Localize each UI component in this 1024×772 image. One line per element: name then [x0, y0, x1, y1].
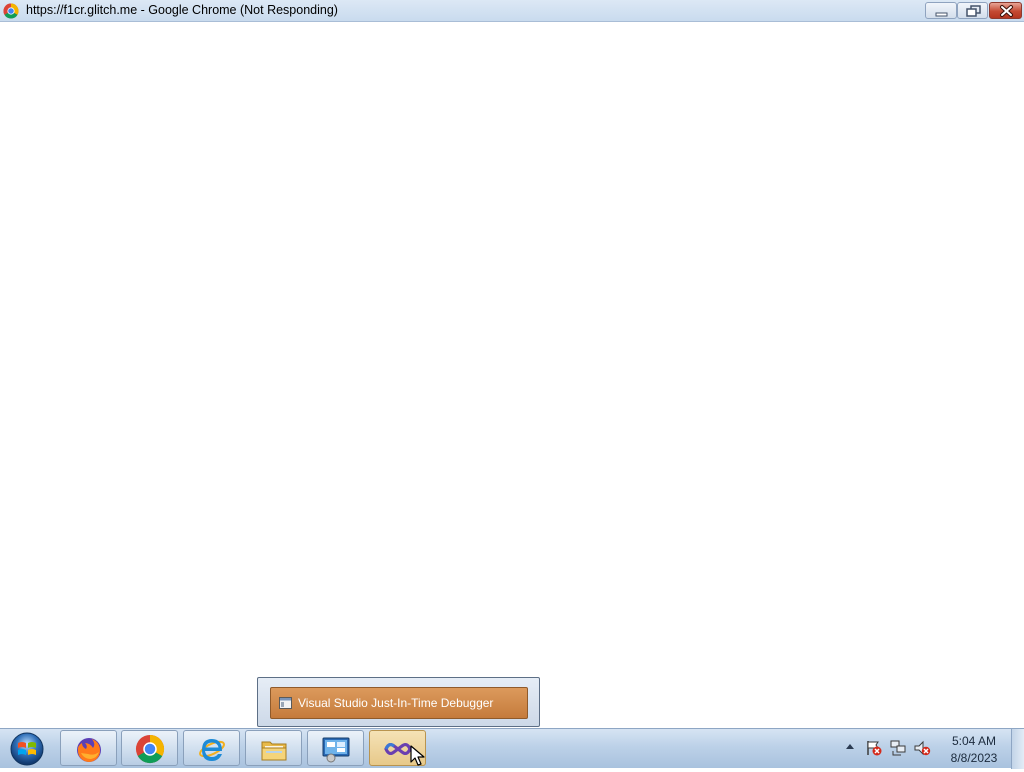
taskbar: 5:04 AM 8/8/2023	[0, 728, 1024, 769]
restore-icon	[966, 5, 981, 17]
clock-date[interactable]: 8/8/2023	[947, 751, 1001, 765]
show-hidden-icons-arrow[interactable]	[845, 742, 855, 750]
network-icon[interactable]	[889, 739, 907, 757]
show-desktop-button[interactable]	[1011, 729, 1024, 769]
taskbar-control-panel-button[interactable]	[307, 730, 364, 766]
minimize-button[interactable]	[925, 2, 957, 19]
speaker-muted-icon[interactable]	[913, 739, 931, 757]
taskbar-firefox-button[interactable]	[60, 730, 117, 766]
visual-studio-icon	[384, 742, 412, 756]
popup-window-label: Visual Studio Just-In-Time Debugger	[298, 696, 494, 710]
folder-icon	[261, 741, 287, 761]
taskbar-chrome-button[interactable]	[121, 730, 178, 766]
minimize-icon	[935, 12, 948, 17]
restore-button[interactable]	[957, 2, 988, 19]
title-bar[interactable]: https://f1cr.glitch.me - Google Chrome (…	[0, 0, 1024, 22]
close-button[interactable]	[989, 2, 1022, 19]
mouse-cursor-icon	[410, 745, 425, 766]
popup-window-item[interactable]: Visual Studio Just-In-Time Debugger	[270, 687, 528, 719]
window-title: https://f1cr.glitch.me - Google Chrome (…	[26, 3, 338, 17]
internet-explorer-icon	[199, 739, 225, 761]
firefox-icon	[77, 738, 101, 762]
chrome-icon	[3, 3, 19, 19]
control-panel-icon	[322, 737, 350, 763]
action-center-flag-icon[interactable]	[865, 739, 883, 757]
start-button[interactable]	[5, 730, 49, 767]
taskbar-thumbnail-popup: Visual Studio Just-In-Time Debugger	[257, 677, 540, 727]
close-icon	[1000, 5, 1013, 17]
taskbar-file-explorer-button[interactable]	[245, 730, 302, 766]
taskbar-internet-explorer-button[interactable]	[183, 730, 240, 766]
browser-content-area[interactable]	[0, 22, 1024, 728]
windows-start-orb-icon	[10, 732, 44, 766]
clock-time[interactable]: 5:04 AM	[951, 734, 997, 748]
chrome-icon	[135, 734, 165, 764]
window-icon	[279, 697, 292, 709]
